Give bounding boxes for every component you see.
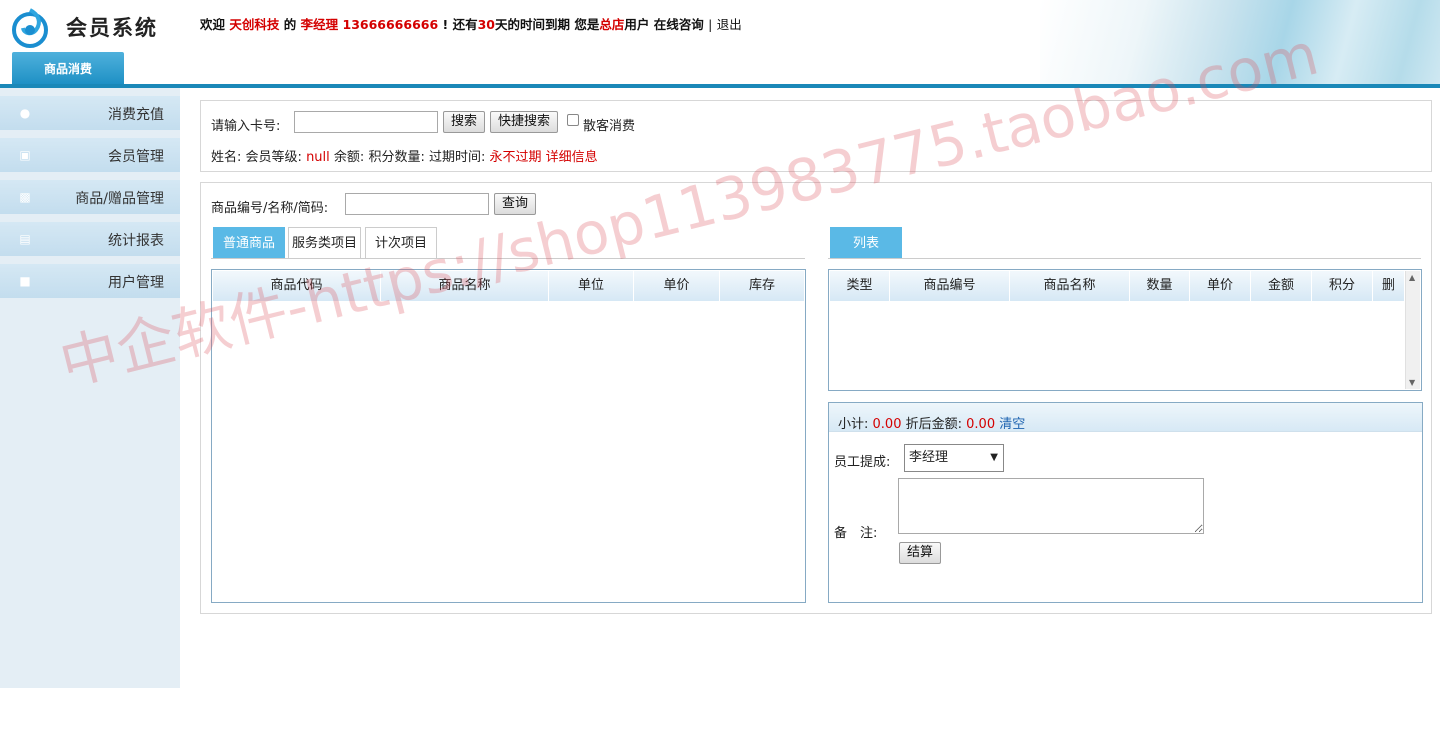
lock-icon: ■: [19, 274, 31, 288]
sidebar-item-member-manage[interactable]: ▣ 会员管理: [0, 138, 180, 172]
scroll-down-icon[interactable]: ▼: [1409, 378, 1415, 387]
manager-phone: 13666666666: [342, 17, 439, 32]
column-header[interactable]: 库存: [720, 271, 804, 301]
header-separator: |: [708, 17, 713, 32]
guest-checkbox-label: 散客消费: [583, 119, 636, 134]
welcome-of: 的: [283, 17, 297, 32]
tab-service-items[interactable]: 服务类项目: [288, 227, 361, 259]
header-background: [1040, 0, 1440, 85]
user-role: 总店: [599, 17, 625, 32]
discount-value: 0.00: [966, 417, 996, 432]
checkout-button[interactable]: 结算: [899, 542, 941, 564]
name-label: 姓名:: [211, 150, 242, 165]
tab-normal-products[interactable]: 普通商品: [213, 227, 285, 259]
subtotal-label: 小计:: [838, 417, 869, 432]
staff-commission-label: 员工提成:: [834, 455, 891, 470]
sidebar: ● 消费充值 ▣ 会员管理 ▩ 商品/赠品管理 ▤ 统计报表 ■ 用户管理: [0, 88, 180, 688]
level-value: null: [306, 150, 330, 165]
card-icon: ▣: [19, 148, 31, 162]
column-header[interactable]: 商品名称: [381, 271, 549, 301]
header: 会员系统 欢迎 天创科技 的 李经理 13666666666 ! 还有30天的时…: [0, 0, 1440, 88]
column-header[interactable]: 商品名称: [1010, 271, 1130, 301]
sidebar-item-label: 消费充值: [108, 107, 164, 123]
search-button[interactable]: 搜索: [443, 111, 485, 133]
cart-grid-header: 类型 商品编号 商品名称 数量 单价 金额 积分 删: [830, 271, 1404, 301]
product-query-label: 商品编号/名称/简码:: [211, 201, 329, 216]
balance-label: 余额:: [333, 150, 365, 165]
cart-grid: 类型 商品编号 商品名称 数量 单价 金额 积分 删 ▲ ▼: [828, 269, 1422, 391]
expire-prefix: ! 还有: [442, 17, 478, 32]
sidebar-item-label: 会员管理: [108, 149, 164, 165]
gift-icon: ▩: [19, 190, 31, 204]
sidebar-item-product-gift[interactable]: ▩ 商品/赠品管理: [0, 180, 180, 214]
discount-label: 折后金额:: [905, 417, 963, 432]
column-header[interactable]: 单价: [1190, 271, 1251, 301]
role-suffix: 用户: [624, 17, 650, 32]
cart-tab-divider: [828, 258, 1421, 259]
tab-divider: [211, 258, 805, 259]
column-header[interactable]: 积分: [1312, 271, 1373, 301]
column-header[interactable]: 类型: [830, 271, 890, 301]
note-textarea[interactable]: [898, 478, 1204, 534]
chevron-down-icon: ▼: [990, 452, 998, 463]
subtotal-value: 0.00: [872, 417, 902, 432]
consult-link[interactable]: 在线咨询: [654, 17, 704, 32]
column-header[interactable]: 删: [1373, 271, 1404, 301]
sidebar-item-consume-recharge[interactable]: ● 消费充值: [0, 96, 180, 130]
monitor-icon: ▤: [19, 232, 31, 246]
logout-link[interactable]: 退出: [717, 17, 742, 32]
detail-info-link[interactable]: 详细信息: [546, 150, 598, 165]
sidebar-item-label: 统计报表: [108, 233, 164, 249]
staff-select-value: 李经理: [909, 450, 949, 465]
expire-value: 永不过期: [489, 150, 542, 165]
column-header[interactable]: 商品编号: [890, 271, 1010, 301]
logo-icon: [12, 8, 48, 48]
app-title: 会员系统: [66, 16, 158, 40]
header-divider: [0, 84, 1440, 88]
sidebar-item-user-manage[interactable]: ■ 用户管理: [0, 264, 180, 298]
user-icon: ●: [19, 106, 31, 120]
level-label: 会员等级:: [245, 150, 302, 165]
card-number-input[interactable]: [294, 111, 438, 133]
expire-label: 过期时间:: [428, 150, 486, 165]
sidebar-item-label: 商品/赠品管理: [75, 191, 164, 207]
product-grid: 商品代码 商品名称 单位 单价 库存: [211, 269, 806, 603]
tab-product-consume[interactable]: 商品消费: [12, 52, 124, 85]
clear-link[interactable]: 清空: [999, 417, 1025, 432]
welcome-bar: 欢迎 天创科技 的 李经理 13666666666 ! 还有30天的时间到期 您…: [200, 14, 742, 33]
scroll-up-icon[interactable]: ▲: [1409, 273, 1415, 282]
sidebar-item-label: 用户管理: [108, 275, 164, 291]
expire-suffix: 天的时间到期 您是: [495, 17, 600, 32]
product-grid-header: 商品代码 商品名称 单位 单价 库存: [213, 271, 804, 301]
manager-name: 李经理: [300, 17, 339, 32]
quick-search-button[interactable]: 快捷搜索: [490, 111, 558, 133]
card-number-label: 请输入卡号:: [211, 119, 281, 134]
product-query-input[interactable]: [345, 193, 489, 215]
column-header[interactable]: 单价: [634, 271, 720, 301]
column-header[interactable]: 商品代码: [213, 271, 381, 301]
column-header[interactable]: 数量: [1130, 271, 1190, 301]
query-button[interactable]: 查询: [494, 193, 536, 215]
expire-days: 30: [477, 17, 496, 32]
company-name: 天创科技: [229, 17, 280, 32]
tab-count-items[interactable]: 计次项目: [365, 227, 437, 259]
points-label: 积分数量:: [368, 150, 425, 165]
guest-checkbox[interactable]: [567, 114, 579, 126]
cart-scrollbar[interactable]: ▲ ▼: [1405, 271, 1420, 389]
column-header[interactable]: 单位: [549, 271, 634, 301]
staff-select[interactable]: 李经理 ▼: [904, 444, 1004, 472]
summary-line: 小计: 0.00 折后金额: 0.00 清空: [838, 413, 1025, 432]
member-info-line: 姓名: 会员等级: null 余额: 积分数量: 过期时间: 永不过期 详细信息: [211, 146, 598, 165]
tab-cart-list[interactable]: 列表: [830, 227, 902, 259]
sidebar-item-reports[interactable]: ▤ 统计报表: [0, 222, 180, 256]
welcome-prefix: 欢迎: [200, 17, 226, 32]
column-header[interactable]: 金额: [1251, 271, 1312, 301]
note-label: 备 注:: [834, 526, 878, 541]
